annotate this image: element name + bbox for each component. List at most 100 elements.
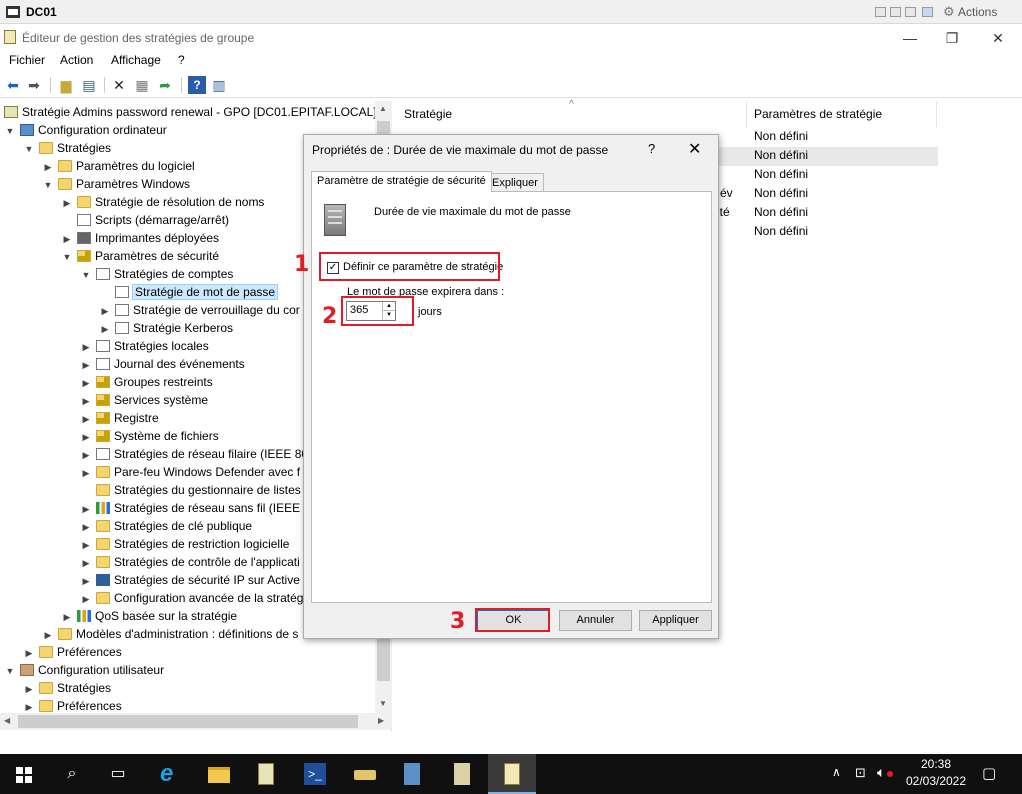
gpo-mgmt-icon[interactable] (242, 754, 290, 794)
cancel-button[interactable]: Annuler (559, 610, 632, 631)
start-button[interactable] (0, 754, 48, 794)
expand-icon[interactable]: ▶ (80, 428, 92, 446)
tree-node[interactable]: ▶ Système de fichiers (80, 427, 219, 445)
tree-node[interactable]: ▶ Stratégies (23, 679, 112, 698)
expand-icon[interactable]: ▶ (61, 608, 73, 626)
tree-node[interactable]: ▼ Paramètres Windows (42, 175, 191, 194)
scroll-up-icon[interactable]: ▲ (379, 104, 387, 113)
ie-icon[interactable]: e (146, 754, 194, 794)
tree-node[interactable]: ▶ Services système (80, 391, 209, 410)
vm-flag-icon[interactable] (922, 7, 933, 17)
notifications-icon[interactable]: ▢ (982, 764, 996, 782)
mmc-view-icon[interactable]: ▥ (210, 76, 228, 94)
apply-button[interactable]: Appliquer (639, 610, 712, 631)
dialog-close-icon[interactable]: ✕ (688, 139, 701, 159)
show-hidden-icons-icon[interactable]: ∧ (832, 765, 841, 779)
menu-help[interactable]: ? (178, 53, 185, 67)
expand-icon[interactable]: ▶ (80, 446, 92, 464)
expand-icon[interactable]: ▶ (80, 590, 92, 608)
tree-node[interactable]: ▶ Registre (80, 409, 159, 427)
expand-icon[interactable]: ▶ (42, 626, 54, 644)
table-row-selected[interactable] (717, 147, 938, 166)
scroll-right-icon[interactable]: ▶ (378, 716, 384, 725)
vm-max-icon[interactable] (905, 7, 916, 17)
expand-icon[interactable]: ▶ (80, 356, 92, 374)
tree-node[interactable]: ▼ Stratégies de comptes (80, 265, 234, 284)
expand-icon[interactable]: ▶ (99, 320, 111, 338)
expand-icon[interactable]: ▶ (80, 500, 92, 518)
back-arrow-icon[interactable]: ⬅ (4, 76, 22, 94)
tree-node[interactable]: ▼ Paramètres de sécurité (61, 247, 220, 266)
help-icon[interactable]: ? (188, 76, 206, 94)
expand-icon[interactable]: ▶ (80, 518, 92, 536)
expand-icon[interactable]: ▶ (61, 194, 73, 212)
server-manager-icon[interactable] (388, 754, 436, 794)
collapse-icon[interactable]: ▼ (61, 248, 73, 266)
menu-action[interactable]: Action (60, 53, 93, 67)
expand-icon[interactable]: ▶ (80, 374, 92, 392)
tree-node[interactable]: ▶ Préférences (23, 643, 122, 661)
tree-node[interactable]: ▶ Pare-feu Windows Defender avec f (80, 463, 301, 482)
collapse-icon[interactable]: ▼ (4, 662, 16, 680)
tree-horizontal-scrollbar[interactable]: ◀ ▶ (0, 713, 392, 730)
gear-icon[interactable]: ⚙ (943, 4, 955, 20)
tree-node[interactable]: ▼ Configuration ordinateur (4, 121, 167, 139)
tree-node[interactable]: ▶ Configuration avancée de la stratég (80, 589, 304, 608)
expand-icon[interactable]: ▶ (23, 644, 35, 662)
tree-node[interactable]: ▶ Stratégies de réseau filaire (IEEE 802 (80, 445, 315, 463)
tree-node[interactable]: ▶ Modèles d'administration : définitions … (42, 625, 299, 644)
expand-icon[interactable]: ▶ (80, 392, 92, 410)
show-hide-tree-icon[interactable]: ▤ (80, 76, 98, 94)
expand-icon[interactable]: ▶ (80, 464, 92, 482)
dialog-help-button[interactable]: ? (648, 141, 655, 156)
tree-node[interactable]: ▶ Paramètres du logiciel (42, 157, 195, 175)
up-folder-icon[interactable]: ▆ (57, 76, 75, 94)
properties-icon[interactable]: ▦ (133, 76, 151, 94)
menu-fichier[interactable]: Fichier (9, 53, 45, 67)
vm-minimize-icon[interactable] (875, 7, 886, 17)
vm-actions-button[interactable]: Actions (958, 5, 997, 19)
tree-node[interactable]: ▶ Stratégie de résolution de noms (61, 193, 265, 212)
collapse-icon[interactable]: ▼ (23, 140, 35, 158)
expand-icon[interactable]: ▶ (99, 302, 111, 320)
export-list-icon[interactable]: ➦ (156, 76, 174, 94)
tree-node[interactable]: ▶ Stratégies de restriction logicielle (80, 535, 290, 553)
file-explorer-icon[interactable] (194, 754, 242, 794)
menu-affichage[interactable]: Affichage (111, 53, 161, 67)
expand-icon[interactable]: ▶ (42, 158, 54, 176)
gpo-editor-taskbar-icon[interactable] (488, 754, 536, 794)
tree-node[interactable]: ▶ Journal des événements (80, 355, 245, 373)
expand-icon[interactable]: ▶ (61, 230, 73, 248)
minimize-button[interactable]: — (894, 28, 926, 48)
tree-node[interactable]: ▶ Stratégies locales (80, 337, 209, 355)
close-button[interactable]: ✕ (982, 28, 1014, 48)
expand-icon[interactable]: ▶ (80, 572, 92, 590)
tree-node[interactable]: ▶ Stratégies de réseau sans fil (IEEE 80 (80, 499, 317, 517)
cd-drive-icon[interactable] (340, 754, 388, 794)
task-view-icon[interactable]: ▭ (94, 754, 142, 794)
collapse-icon[interactable]: ▼ (42, 176, 54, 194)
collapse-icon[interactable]: ▼ (80, 266, 92, 284)
tree-node[interactable]: ▶ Imprimantes déployées (61, 229, 220, 248)
tree-node[interactable]: ▶ QoS basée sur la stratégie (61, 607, 238, 626)
network-icon[interactable]: ⊡ (855, 765, 866, 781)
scroll-thumb[interactable] (18, 715, 358, 728)
tree-node[interactable]: ▶ Stratégies de sécurité IP sur Active I (80, 571, 307, 589)
tree-node[interactable]: ▶ Groupes restreints (80, 373, 213, 391)
expand-icon[interactable]: ▶ (80, 554, 92, 572)
notepad-icon[interactable] (438, 754, 486, 794)
forward-arrow-icon[interactable]: ➡ (25, 76, 43, 94)
vm-restore-icon[interactable] (890, 7, 901, 17)
column-header-setting[interactable]: Paramètres de stratégie (747, 101, 937, 127)
tree-node[interactable]: ▶ Stratégies de contrôle de l'applicati (80, 553, 300, 571)
tree-node[interactable]: Scripts (démarrage/arrêt) (61, 211, 229, 229)
expand-icon[interactable]: ▶ (80, 338, 92, 356)
volume-muted-icon[interactable]: 🔈︎ (877, 764, 885, 781)
maximize-button[interactable]: ❐ (936, 28, 968, 48)
expand-icon[interactable]: ▶ (23, 680, 35, 698)
tab-explain[interactable]: Expliquer (486, 173, 544, 192)
tree-node[interactable]: Stratégies du gestionnaire de listes (80, 481, 301, 499)
powershell-icon[interactable]: >_ (290, 754, 338, 794)
tree-node-selected[interactable]: Stratégie de mot de passe (99, 283, 279, 301)
scroll-left-icon[interactable]: ◀ (4, 716, 10, 725)
